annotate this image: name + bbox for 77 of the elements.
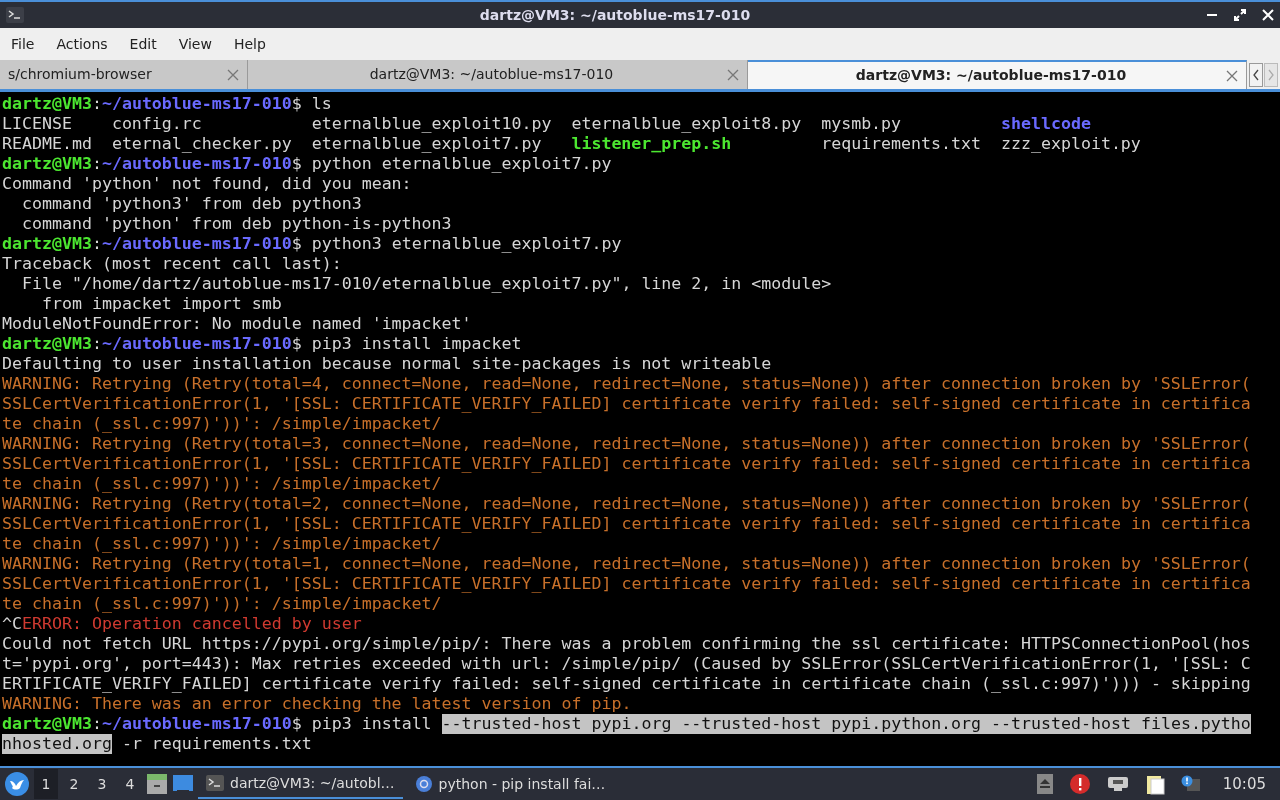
terminal-text: $ pip3 install impacket (291, 334, 522, 354)
terminal-text: ERTIFICATE_VERIFY_FAILED] certificate verify failed: self-signed certificate in certificate chain (_ssl.c:997)'))) - skipping (2, 674, 1251, 694)
file-name: mysmb.py (821, 114, 903, 134)
taskbar-task[interactable]: dartz@VM3: ~/autobl… (198, 769, 403, 799)
terminal-text: from impacket import smb (40, 294, 282, 314)
file-name: eternal_checker.py (111, 134, 293, 154)
terminal-text: ~/autoblue-ms17-010 (101, 334, 292, 354)
terminal-text: WARNING: Retrying (Retry(total=1, connect=None, read=None, redirect=None, status=None)) after connection broken by 'SSLError( (2, 554, 1251, 574)
terminal-text: te chain (_ssl.c:997)'))': /simple/impacket/ (2, 414, 442, 434)
terminal-text: SSLCertVerificationError(1, '[SSL: CERTIFICATE_VERIFY_FAILED] certificate verify failed: self-signed certificate in certifica (2, 394, 1251, 414)
terminal-text: dartz@VM3 (2, 714, 92, 734)
terminal-text: : (91, 334, 102, 354)
terminal-text: command 'python3' from deb python3 (20, 194, 362, 214)
file-name: LICENSE (2, 114, 73, 134)
terminal-text: te chain (_ssl.c:997)'))': /simple/impacket/ (2, 534, 442, 554)
taskbar-task[interactable]: python - pip install fai… (406, 769, 614, 799)
file-name: requirements.txt (821, 134, 983, 154)
terminal-text: Could not fetch URL https://pypi.org/simple/pip/: There was a problem confirming the ssl certificate: HTTPSConnectionPool(hos (2, 634, 1251, 654)
menu-item[interactable]: View (167, 33, 223, 55)
terminal-text: $ ls (291, 94, 332, 114)
terminal-text: dartz@VM3 (2, 334, 92, 354)
terminal-text: t='pypi.org', port=443): Max retries exceeded with url: /simple/pip/ (Caused by SSLError(SSLCertVerificationError(1, '[SSL: C (2, 654, 1251, 674)
selected-text: nhosted.org (2, 734, 112, 754)
terminal-text: Defaulting to user installation because normal site-packages is not writeable (2, 354, 772, 374)
terminal-text: WARNING: Retrying (Retry(total=2, connect=None, read=None, redirect=None, status=None)) after connection broken by 'SSLError( (2, 494, 1251, 514)
terminal-text: SSLCertVerificationError(1, '[SSL: CERTIFICATE_VERIFY_FAILED] certificate verify failed: self-signed certificate in certifica (2, 574, 1251, 594)
workspace-button[interactable]: 1 (34, 769, 58, 799)
terminal-text: WARNING: Retrying (Retry(total=3, connect=None, read=None, redirect=None, status=None)) after connection broken by 'SSLError( (2, 434, 1251, 454)
terminal-text: dartz@VM3 (2, 94, 92, 114)
window-title: dartz@VM3: ~/autoblue-ms17-010 (478, 5, 752, 25)
terminal-text: ~/autoblue-ms17-010 (101, 154, 292, 174)
file-name: config.rc (111, 114, 203, 134)
terminal-text: : (91, 714, 102, 734)
file-name: README.md (2, 134, 93, 154)
file-name: shellcode (1001, 114, 1092, 134)
terminal-text: dartz@VM3 (2, 234, 92, 254)
workspace-button[interactable]: 2 (62, 769, 86, 799)
terminal-text: $ python3 eternalblue_exploit7.py (291, 234, 622, 254)
terminal-text: $ python eternalblue_exploit7.py (291, 154, 612, 174)
terminal-text: -r requirements.txt (120, 734, 312, 754)
terminal-text: Traceback (most recent call last): (2, 254, 342, 274)
terminal-text: ^C (2, 614, 22, 634)
terminal-text: : (91, 234, 102, 254)
terminal-text: ~/autoblue-ms17-010 (101, 714, 292, 734)
selected-text: --trusted-host pypi.org --trusted-host pypi.python.org --trusted-host files.pytho (441, 714, 1251, 734)
menu-item[interactable]: File (0, 33, 46, 55)
terminal-text: : (91, 94, 102, 114)
file-name: eternalblue_exploit7.py (311, 134, 543, 154)
workspace-button[interactable]: 4 (118, 769, 142, 799)
terminal-text: ~/autoblue-ms17-010 (101, 94, 292, 114)
terminal-text: te chain (_ssl.c:997)'))': /simple/impacket/ (2, 474, 442, 494)
terminal-text: WARNING: There was an error checking the latest version of pip. (2, 694, 632, 714)
terminal-text: te chain (_ssl.c:997)'))': /simple/impacket/ (2, 594, 442, 614)
terminal-text: ModuleNotFoundError: No module named 'impacket' (2, 314, 472, 334)
file-name: eternalblue_exploit8.py (571, 114, 803, 134)
terminal-text: dartz@VM3 (2, 154, 92, 174)
terminal-text: File "/home/dartz/autoblue-ms17-010/eternalblue_exploit7.py", line 2, in <module> (20, 274, 832, 294)
terminal-tab[interactable]: s/chromium-browser (0, 60, 248, 89)
terminal-text: SSLCertVerificationError(1, '[SSL: CERTIFICATE_VERIFY_FAILED] certificate verify failed: self-signed certificate in certifica (2, 514, 1251, 534)
terminal-text: SSLCertVerificationError(1, '[SSL: CERTIFICATE_VERIFY_FAILED] certificate verify failed: self-signed certificate in certifica (2, 454, 1251, 474)
file-name: eternalblue_exploit10.py (311, 114, 553, 134)
terminal-tab[interactable]: dartz@VM3: ~/autoblue-ms17-010 (248, 60, 748, 89)
terminal-tab[interactable]: dartz@VM3: ~/autoblue-ms17-010 (748, 60, 1247, 89)
terminal-text: Command 'python' not found, did you mean: (2, 174, 412, 194)
file-name: zzz_exploit.py (1001, 134, 1142, 154)
menu-item[interactable]: Edit (118, 33, 168, 55)
terminal-text: WARNING: Retrying (Retry(total=4, connect=None, read=None, redirect=None, status=None)) after connection broken by 'SSLError( (2, 374, 1251, 394)
clock-text: 10:05 (1221, 773, 1267, 795)
workspace-button[interactable]: 3 (90, 769, 114, 799)
file-name: listener_prep.sh (571, 134, 733, 154)
terminal-text: : (91, 154, 102, 174)
terminal-text: ERROR: Operation cancelled by user (22, 614, 362, 634)
terminal-text: $ pip3 install (291, 714, 433, 734)
menu-item[interactable]: Actions (45, 33, 119, 55)
terminal-text: command 'python' from deb python-is-python3 (20, 214, 452, 234)
menu-item[interactable]: Help (222, 33, 277, 55)
terminal-text: ~/autoblue-ms17-010 (101, 234, 292, 254)
